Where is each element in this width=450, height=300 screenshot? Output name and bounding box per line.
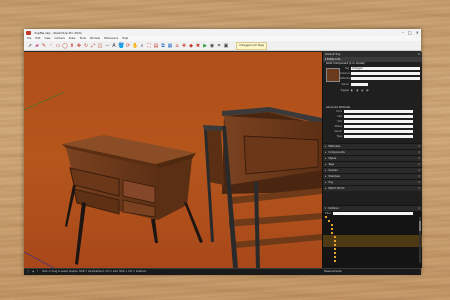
viewport-scene[interactable]	[24, 52, 322, 268]
toggles-row: Toggles ◐ ◑ ◒ ◓	[340, 89, 370, 92]
orbit-icon[interactable]: ⟳	[125, 43, 131, 49]
component-icon	[334, 255, 336, 258]
instance-field[interactable]	[351, 72, 420, 75]
play-icon[interactable]: ▶	[202, 43, 208, 49]
advanced-attributes: Price Size URL Status Owner Type	[323, 110, 422, 143]
rotate-icon[interactable]: ↻	[83, 43, 89, 49]
instance-row: Instance	[340, 72, 420, 75]
pushpull-icon[interactable]: ⬆	[69, 43, 75, 49]
component-icon	[334, 247, 336, 250]
measure-icon[interactable]: ⌗	[216, 43, 222, 49]
tray-title-bar: Default Tray ✕	[323, 52, 422, 57]
tape-icon[interactable]: ⊸	[104, 43, 110, 49]
ruby-icon[interactable]: ◆	[188, 43, 194, 49]
component-icon	[334, 239, 336, 242]
outliner-scrollbar[interactable]	[419, 217, 421, 263]
outliner-header[interactable]: ▾ Outliner ✕	[323, 205, 422, 211]
outliner-item[interactable]	[323, 259, 422, 263]
layers-icon[interactable]: ▤	[153, 43, 159, 49]
line-icon[interactable]: ✎	[41, 43, 47, 49]
camera-icon[interactable]: ◉	[209, 43, 215, 49]
section-icon[interactable]: ⧉	[160, 43, 166, 49]
menu-file[interactable]: File	[27, 37, 31, 40]
default-tray: Default Tray ✕ ▾ Entity Info Solid Compo…	[322, 52, 422, 268]
type-field[interactable]	[344, 135, 413, 138]
zoom-extents-icon[interactable]: ⛶	[146, 43, 152, 49]
menu-tools[interactable]: Tools	[80, 37, 86, 40]
status-field[interactable]	[344, 125, 413, 128]
menu-edit[interactable]: Edit	[35, 37, 40, 40]
component-icon	[331, 231, 333, 234]
component-icon	[334, 243, 336, 246]
size-field[interactable]	[344, 115, 413, 118]
owner-field[interactable]	[351, 83, 368, 86]
arc-icon[interactable]: ◜	[48, 43, 54, 49]
zoom-icon[interactable]: ⌕	[139, 43, 145, 49]
warehouse-icon[interactable]: ⌂	[174, 43, 180, 49]
text-icon[interactable]: A	[111, 43, 117, 49]
circle-icon[interactable]: ◯	[62, 43, 68, 49]
menu-camera[interactable]: Camera	[55, 37, 65, 40]
component-icon	[334, 235, 336, 238]
window-title: dupfile.skp - SketchUp Pro 2021	[34, 30, 82, 35]
x-icon[interactable]: ✖	[195, 43, 201, 49]
eraser-icon[interactable]: ▰	[34, 43, 40, 49]
sketchup-app-icon	[26, 30, 31, 35]
menu-view[interactable]: View	[44, 37, 50, 40]
outliner-panel: ▾ Outliner ✕ Filter:	[323, 205, 422, 268]
measurements-label: Measurements	[324, 270, 342, 273]
material-swatch[interactable]	[326, 68, 340, 82]
sketchup-window: dupfile.skp - SketchUp Pro 2021 – □ ✕ Fi…	[24, 29, 422, 275]
status-hint: Click or drag to select objects. Shift =…	[42, 270, 147, 273]
shelf-cabinet-panel[interactable]	[243, 135, 319, 175]
component-icon	[334, 259, 336, 262]
definition-row: Definition	[340, 77, 420, 80]
component-icon	[331, 223, 333, 226]
owner-attr-field[interactable]	[344, 130, 413, 133]
price-field[interactable]	[344, 110, 413, 113]
paint-icon[interactable]: 🪣	[118, 43, 124, 49]
toggle-icons[interactable]: ◐ ◑ ◒ ◓	[351, 89, 370, 92]
minimize-button[interactable]: –	[402, 30, 404, 35]
component-icon	[328, 219, 330, 222]
status-icons[interactable]: ⓘ ◉ ?	[27, 269, 39, 275]
tag-select[interactable]: Untagged	[351, 67, 420, 70]
section-close-icon[interactable]: ✕	[418, 186, 420, 191]
move-icon[interactable]: ✥	[76, 43, 82, 49]
photo-icon[interactable]: ▣	[223, 43, 229, 49]
url-field[interactable]	[344, 120, 413, 123]
close-button[interactable]: ✕	[416, 30, 419, 35]
tag-row: Tag Untagged	[340, 67, 420, 70]
section-match-photo[interactable]: ▸ Match Photo ✕	[323, 185, 422, 191]
menu-extensions[interactable]: Extensions	[104, 37, 118, 40]
sandbox-icon[interactable]: ▦	[167, 43, 173, 49]
component-icon	[331, 227, 333, 230]
menu-help[interactable]: Help	[122, 37, 128, 40]
select-icon[interactable]: ➚	[27, 43, 33, 49]
extension-icon[interactable]: ✚	[181, 43, 187, 49]
model-viewport[interactable]	[24, 52, 322, 268]
menu-window[interactable]: Window	[90, 37, 100, 40]
component-icon	[325, 215, 327, 218]
tray-title: Default Tray	[325, 53, 341, 56]
title-bar: dupfile.skp - SketchUp Pro 2021 – □ ✕	[24, 29, 421, 36]
tray-close-icon[interactable]: ✕	[418, 52, 420, 57]
definition-field[interactable]	[351, 77, 420, 80]
rectangle-icon[interactable]: ▭	[55, 43, 61, 49]
status-bar: ⓘ ◉ ? Click or drag to select objects. S…	[24, 268, 421, 275]
main-toolbar: ➚ ▰ ✎ ◜ ▭ ◯ ⬆ ✥ ↻ ⤢ ◫ ⊸ A 🪣 ⟳ ✋ ⌕ ⛶ ▤ ⧉ …	[24, 41, 421, 51]
outliner-close-icon[interactable]: ✕	[418, 206, 420, 211]
tag-dropdown[interactable]: Untagged (All Tags)	[236, 41, 268, 50]
entity-info-body: Tag Untagged Instance Definition Owner T…	[323, 66, 422, 106]
component-icon	[334, 251, 336, 254]
maximize-button[interactable]: □	[408, 30, 412, 35]
offset-icon[interactable]: ◫	[97, 43, 103, 49]
pan-icon[interactable]: ✋	[132, 43, 138, 49]
menu-draw[interactable]: Draw	[69, 37, 76, 40]
scale-icon[interactable]: ⤢	[90, 43, 96, 49]
owner-row: Owner	[340, 83, 368, 86]
